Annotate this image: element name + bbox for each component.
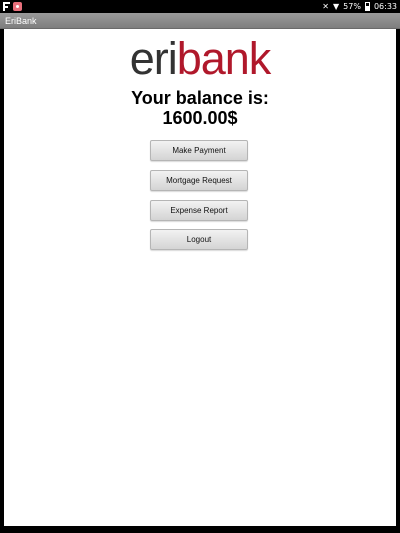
logout-button[interactable]: Logout (150, 229, 248, 250)
balance-amount: 1600.00$ (162, 108, 238, 128)
wifi-icon: ▼ (333, 2, 340, 11)
notification-icons (3, 2, 22, 11)
logo-text-eri: eri (129, 33, 178, 84)
system-icons: ✕ ▼ 57% 06:33 (322, 1, 397, 12)
clock: 06:33 (373, 2, 397, 11)
logo-text-bank: bank (176, 33, 272, 84)
mute-icon: ✕ (322, 2, 329, 11)
make-payment-button[interactable]: Make Payment (150, 140, 248, 161)
expense-report-button[interactable]: Expense Report (150, 200, 248, 221)
app-title-bar: EriBank (0, 13, 400, 29)
mortgage-request-button[interactable]: Mortgage Request (150, 170, 248, 191)
main-content: eribank Your balance is: 1600.00$ Make P… (4, 29, 396, 526)
status-bar: ✕ ▼ 57% 06:33 (0, 0, 400, 13)
battery-percent: 57% (343, 2, 361, 11)
app-notification-icon (13, 2, 22, 11)
balance-label: Your balance is: (131, 88, 269, 108)
battery-icon (364, 2, 370, 11)
eribank-logo: eribank (4, 33, 396, 85)
flipboard-icon (3, 2, 10, 11)
bottom-bar (0, 526, 400, 533)
balance-display: Your balance is: 1600.00$ (4, 88, 396, 128)
app-title: EriBank (5, 16, 37, 26)
